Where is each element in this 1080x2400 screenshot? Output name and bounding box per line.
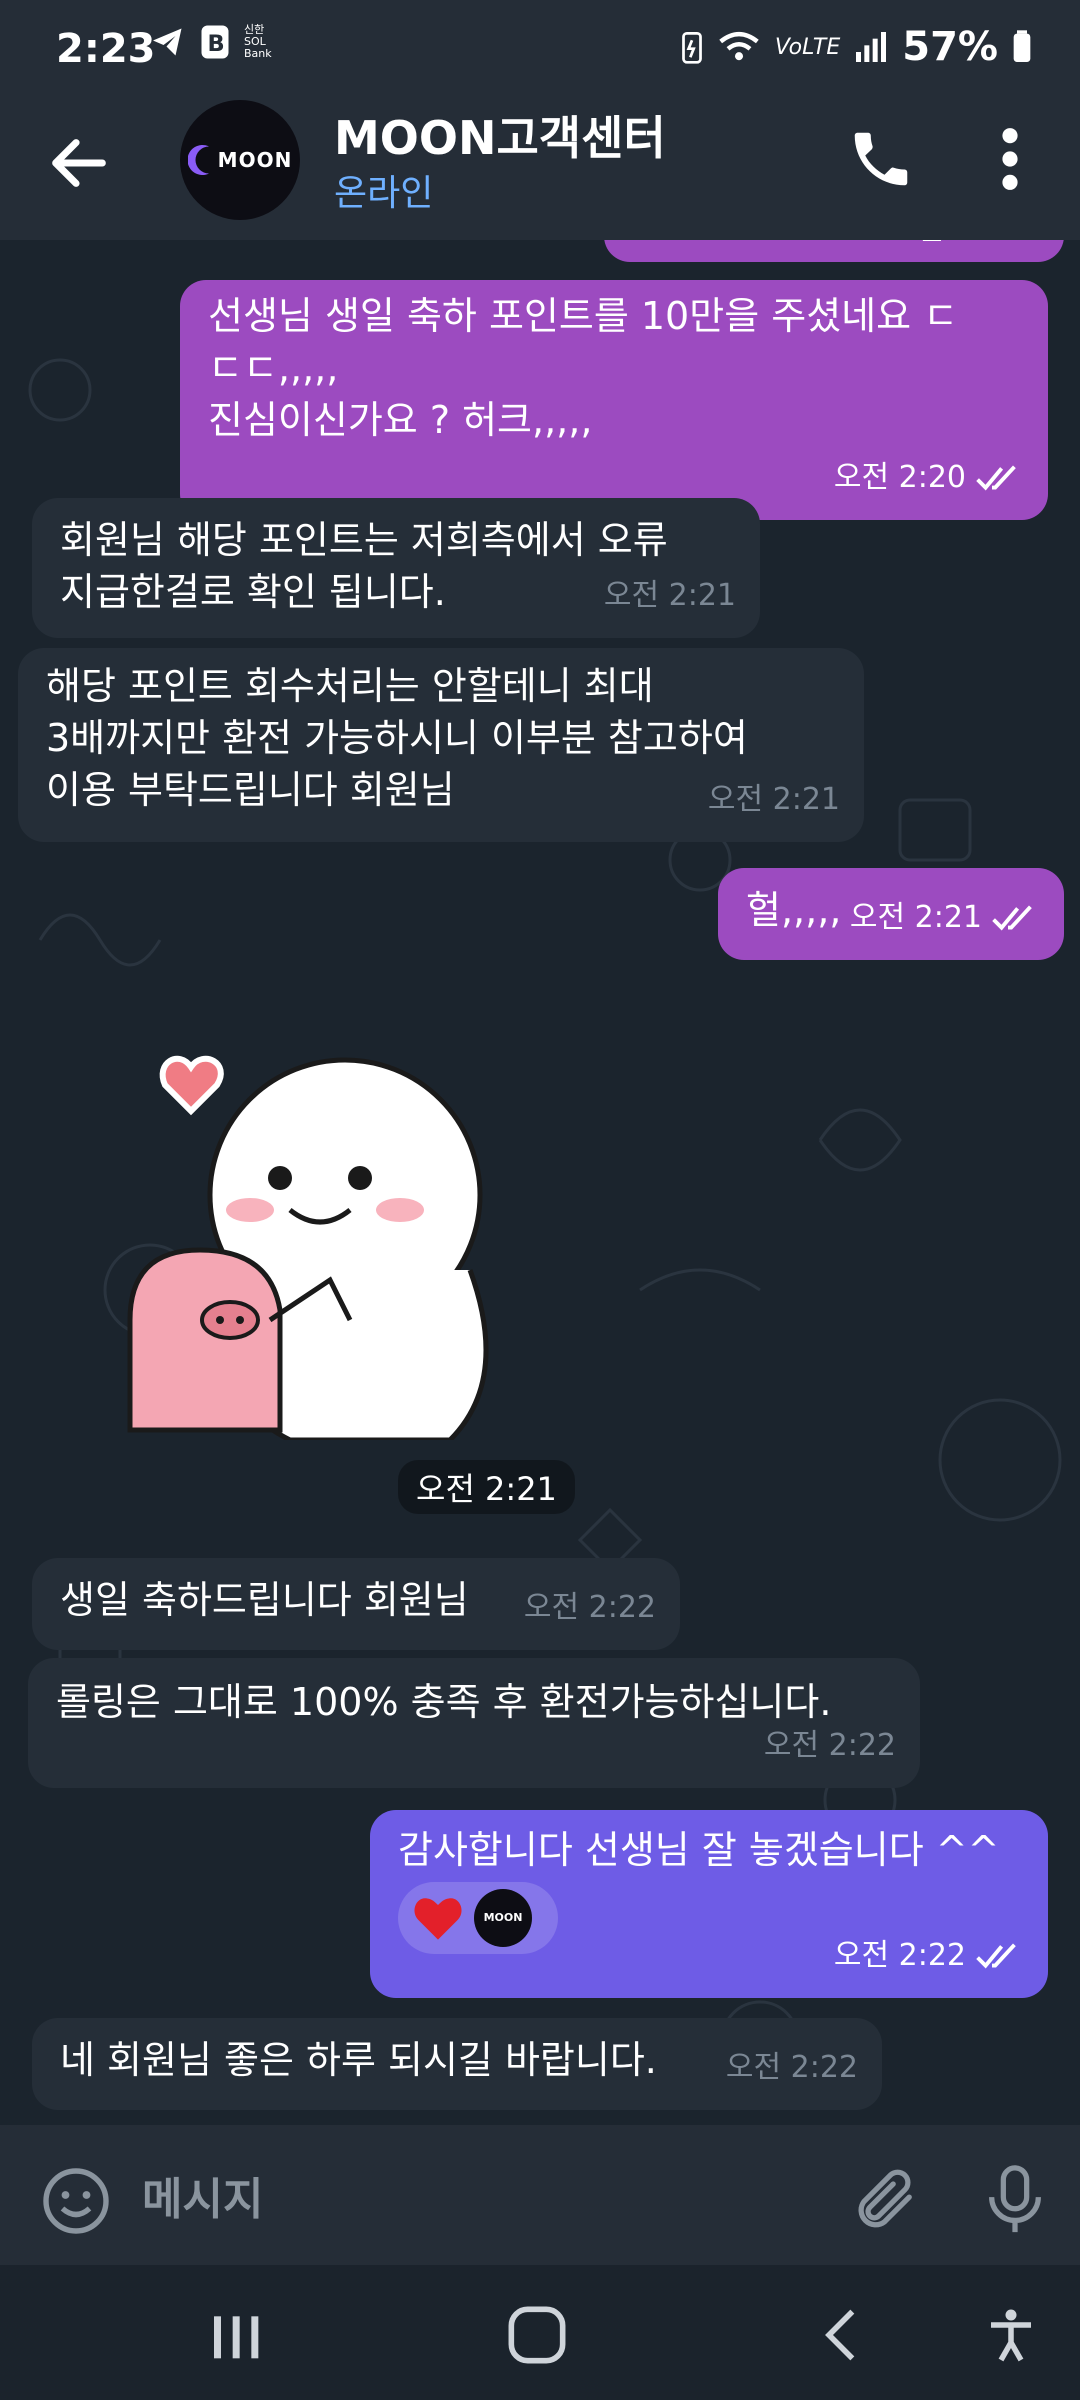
status-bar: 2:23 B 신한 SOL Bank VoLTE 57% xyxy=(0,0,1080,100)
telegram-icon xyxy=(153,28,182,56)
double-check-icon xyxy=(976,1943,1016,1969)
message-meta: 오전 2:21 xyxy=(850,892,1040,944)
message-time: 오전 2:21 xyxy=(707,782,840,817)
sticker-smiling-character[interactable] xyxy=(110,1020,550,1440)
message-bubble-outgoing[interactable]: 선생님 생일 축하 포인트를 10만을 주셨네요 ㄷ ㄷㄷ,,,,, 진심이신가… xyxy=(180,280,1048,520)
message-input[interactable] xyxy=(140,2163,794,2235)
message-text: 헐,,,,, xyxy=(746,888,842,932)
message-text-line: 진심이신가요 ? 허크,,,,, xyxy=(208,398,593,442)
double-check-icon xyxy=(976,465,1016,491)
message-input-bar xyxy=(0,2125,1080,2265)
message-text: 생일 축하드립니다 회원님 xyxy=(60,1578,469,1622)
message-time: 오전 12:10 xyxy=(889,240,1040,256)
smiley-icon[interactable] xyxy=(40,2165,112,2237)
message-text: 롤링은 그대로 100% 충족 후 환전가능하십니다. xyxy=(56,1680,832,1724)
message-bubble-incoming[interactable]: 네 회원님 좋은 하루 되시길 바랍니다. 오전 2:22 xyxy=(32,2018,882,2110)
message-time: 오전 2:21 xyxy=(603,578,736,613)
wifi-icon xyxy=(719,31,759,61)
back-arrow-icon[interactable] xyxy=(44,128,114,198)
battery-saver-icon xyxy=(682,32,702,64)
message-time: 오전 2:21 xyxy=(849,900,982,935)
microphone-icon[interactable] xyxy=(980,2161,1050,2239)
message-bubble-outgoing[interactable]: 감사합니다 선생님 잘 놓겠습니다 ^^ MOON 오전 2:22 xyxy=(370,1810,1048,1998)
message-bubble-incoming[interactable]: 회원님 해당 포인트는 저희측에서 오류 지급한걸로 확인 됩니다. 오전 2:… xyxy=(32,498,760,638)
message-bubble-incoming[interactable]: 생일 축하드립니다 회원님 오전 2:22 xyxy=(32,1558,680,1650)
sticker-time: 오전 2:21 xyxy=(398,1460,575,1514)
message-text-line: 회원님 해당 포인트는 저희측에서 오류 xyxy=(60,518,668,562)
heart-reaction-icon[interactable] xyxy=(408,1888,468,1948)
reaction-avatar: MOON xyxy=(474,1889,532,1947)
message-text-line: 해당 포인트 회수처리는 안할테니 최대 xyxy=(46,664,654,708)
chat-title[interactable]: MOON고객센터 xyxy=(334,102,666,168)
message-text: 네 회원님 좋은 하루 되시길 바랍니다. xyxy=(60,2038,657,2082)
message-text: 감사합니다 선생님 잘 놓겠습니다 ^^ xyxy=(398,1828,1000,1872)
message-meta: 오전 2:22 xyxy=(834,1930,1024,1982)
message-bubble-incoming[interactable]: 롤링은 그대로 100% 충족 후 환전가능하십니다. 오전 2:22 xyxy=(28,1658,920,1788)
battery-icon xyxy=(1013,30,1031,62)
top-bar: 2:23 B 신한 SOL Bank VoLTE 57% MOON MOON고객… xyxy=(0,0,1080,240)
message-bubble-outgoing[interactable]: 헐,,,,, 오전 2:21 xyxy=(718,868,1064,960)
recent-apps-icon[interactable] xyxy=(200,2305,270,2365)
message-bubble-incoming[interactable]: 해당 포인트 회수처리는 안할테니 최대 3배까지만 환전 가능하시니 이부분 … xyxy=(18,648,864,842)
crescent-moon-icon xyxy=(187,145,209,175)
message-time: 오전 2:22 xyxy=(725,2050,858,2085)
back-nav-icon[interactable] xyxy=(808,2305,878,2365)
avatar[interactable]: MOON xyxy=(180,100,300,220)
online-status: 온라인 xyxy=(334,173,434,214)
battery-percent: 57% xyxy=(902,24,998,70)
volte-icon: VoLTE xyxy=(774,34,841,60)
message-list[interactable]: 오전 12:10 선생님 생일 축하 포인트를 10만을 주셨네요 ㄷ ㄷㄷ,,… xyxy=(0,240,1080,2125)
paperclip-icon[interactable] xyxy=(848,2165,918,2235)
message-time: 오전 2:22 xyxy=(833,1938,966,1973)
status-left-icons: B 신한 SOL Bank xyxy=(150,24,288,60)
message-text-line: 선생님 생일 축하 포인트를 10만을 주셨네요 ㄷ xyxy=(208,294,959,338)
status-right: VoLTE 57% xyxy=(681,24,1032,70)
message-text-line: 3배까지만 환전 가능하시니 이부분 참고하여 xyxy=(46,716,748,760)
more-vertical-icon[interactable] xyxy=(990,124,1030,194)
system-navigation-bar xyxy=(0,2265,1080,2400)
chat-header: MOON MOON고객센터 온라인 xyxy=(0,100,1080,240)
sol-bank-icon: 신한 SOL Bank xyxy=(244,23,272,60)
message-time: 오전 2:20 xyxy=(833,460,966,495)
phone-icon[interactable] xyxy=(846,124,916,194)
b-app-icon: B xyxy=(201,25,229,59)
status-time: 2:23 xyxy=(56,26,156,72)
double-check-icon xyxy=(992,905,1032,931)
message-time: 오전 2:22 xyxy=(523,1590,656,1625)
message-meta: 오전 2:20 xyxy=(834,452,1024,504)
message-time: 오전 2:22 xyxy=(763,1728,896,1763)
message-bubble-partial[interactable]: 오전 12:10 xyxy=(604,240,1064,262)
reactions-bar[interactable]: MOON xyxy=(398,1882,558,1954)
signal-icon xyxy=(856,32,887,62)
home-icon[interactable] xyxy=(502,2305,572,2365)
message-text-line: ㄷㄷ,,,,, xyxy=(208,346,339,390)
svg-text:B: B xyxy=(208,31,225,57)
avatar-label: MOON xyxy=(217,148,293,172)
accessibility-icon[interactable] xyxy=(976,2305,1046,2365)
